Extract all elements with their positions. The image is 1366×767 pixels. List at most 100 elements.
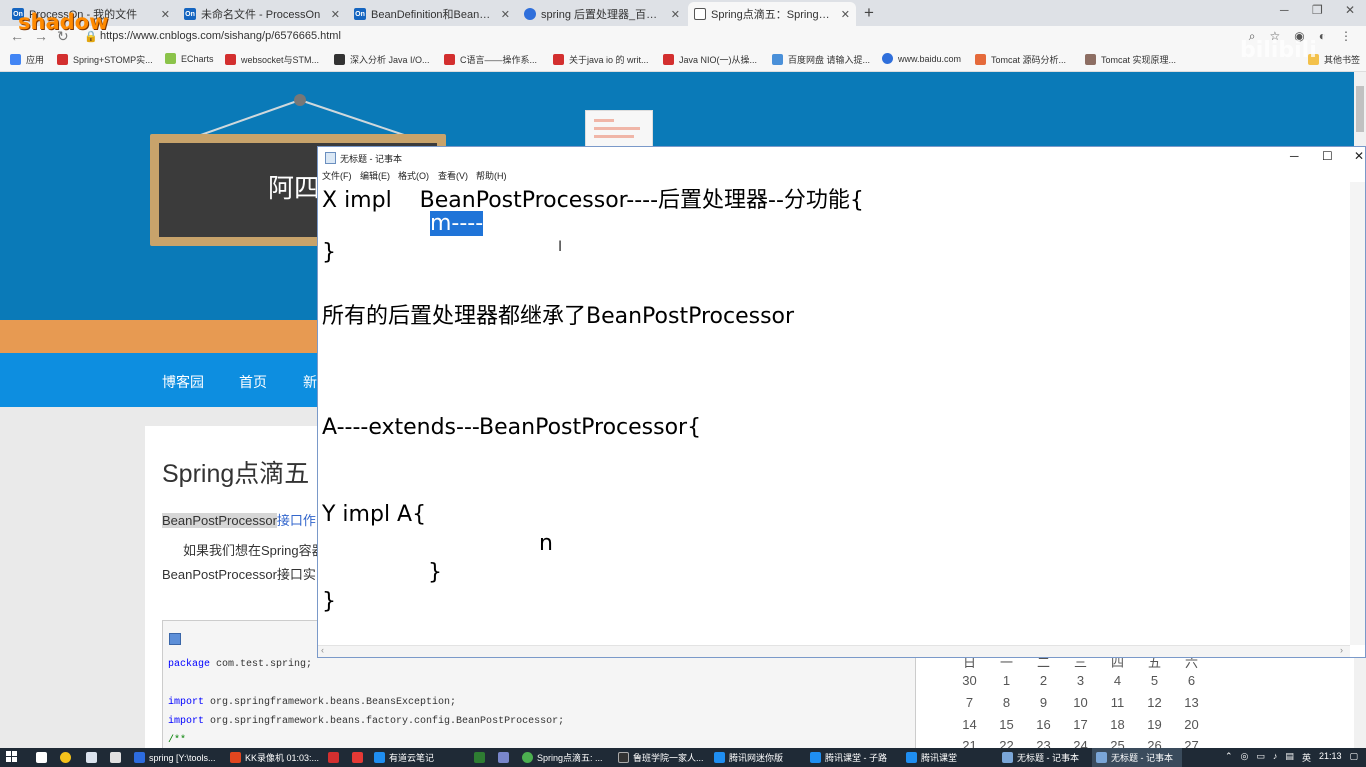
taskbar-item[interactable]: 有道云笔记 bbox=[370, 748, 466, 767]
copy-code-icon[interactable] bbox=[169, 633, 181, 645]
tray-app-icon[interactable]: ▭ bbox=[1256, 751, 1265, 764]
bookmark-item[interactable]: ECharts bbox=[165, 53, 214, 64]
bookmark-item[interactable]: Spring+STOMP实... bbox=[57, 53, 153, 66]
close-tab-icon[interactable]: ✕ bbox=[671, 8, 680, 21]
volume-icon[interactable]: ♪ bbox=[1273, 751, 1278, 764]
taskbar-item[interactable]: 腾讯网迷你版 bbox=[710, 748, 804, 767]
bookmark-item[interactable]: 深入分析 Java I/O... bbox=[334, 53, 430, 66]
calendar-day[interactable]: 10 bbox=[1062, 695, 1099, 710]
calendar-day[interactable]: 12 bbox=[1136, 695, 1173, 710]
calendar-day[interactable]: 16 bbox=[1025, 717, 1062, 732]
ime-indicator[interactable]: 英 bbox=[1302, 751, 1311, 764]
taskbar-item[interactable]: KK录像机 01:03:... bbox=[226, 748, 322, 767]
bookmark-item[interactable]: 关于java io 的 writ... bbox=[553, 53, 649, 66]
calendar-day[interactable]: 27 bbox=[1173, 738, 1210, 748]
taskbar-item[interactable]: 鲁班学院一家人... bbox=[614, 748, 708, 767]
app-pin-icon[interactable] bbox=[328, 752, 339, 763]
calendar-day[interactable]: 17 bbox=[1062, 717, 1099, 732]
calendar-day[interactable]: 20 bbox=[1173, 717, 1210, 732]
notepad-titlebar[interactable]: 无标题 - 记事本 ─ ☐ ✕ bbox=[318, 147, 1365, 168]
notification-icon[interactable]: ▢ bbox=[1349, 751, 1358, 764]
clock[interactable]: 21:13 bbox=[1319, 751, 1342, 764]
calendar-day[interactable]: 26 bbox=[1136, 738, 1173, 748]
app-pin-icon[interactable] bbox=[352, 752, 363, 763]
network-icon[interactable]: ▤ bbox=[1285, 751, 1294, 764]
post-link[interactable]: 接口作 bbox=[277, 513, 316, 528]
nav-cnblogs[interactable]: 博客园 bbox=[162, 372, 204, 392]
chrome-pin-icon[interactable] bbox=[60, 752, 71, 763]
menu-edit[interactable]: 编辑(E) bbox=[360, 169, 390, 182]
close-tab-icon[interactable]: ✕ bbox=[841, 8, 850, 21]
blog-title[interactable]: 阿四 bbox=[268, 168, 320, 205]
app-pin-icon[interactable] bbox=[110, 752, 121, 763]
tab-baidu-search[interactable]: spring 后置处理器_百度搜索 ✕ bbox=[518, 2, 686, 26]
post-title[interactable]: Spring点滴五 bbox=[162, 454, 309, 490]
calendar-day[interactable]: 2 bbox=[1025, 673, 1062, 688]
calendar-day[interactable]: 15 bbox=[988, 717, 1025, 732]
bookmark-item[interactable]: Tomcat 实现原理... bbox=[1085, 53, 1176, 66]
taskbar-item[interactable]: 腾讯课堂 - 子路 bbox=[806, 748, 900, 767]
taskbar-item[interactable]: 腾讯课堂 bbox=[902, 748, 996, 767]
tab-spring-article[interactable]: Spring点滴五：Spring中的后置 ✕ bbox=[688, 2, 856, 26]
scroll-right-arrow-icon[interactable]: › bbox=[1340, 645, 1343, 655]
calendar-day[interactable]: 24 bbox=[1062, 738, 1099, 748]
calendar-day[interactable]: 4 bbox=[1099, 673, 1136, 688]
menu-help[interactable]: 帮助(H) bbox=[476, 169, 507, 182]
taskbar-item[interactable]: 无标题 - 记事本 bbox=[998, 748, 1090, 767]
url-field[interactable]: https://www.cnblogs.com/sishang/p/657666… bbox=[100, 30, 341, 42]
calendar-day[interactable]: 1 bbox=[988, 673, 1025, 688]
bookmark-item[interactable]: Tomcat 源码分析... bbox=[975, 53, 1066, 66]
windows-start-icon[interactable] bbox=[6, 751, 18, 763]
notepad-close-button[interactable]: ✕ bbox=[1354, 149, 1364, 163]
profile-icon[interactable]: ◐ bbox=[1319, 29, 1326, 44]
app-pin-icon[interactable] bbox=[86, 752, 97, 763]
calendar-day[interactable]: 13 bbox=[1173, 695, 1210, 710]
calendar-day[interactable]: 19 bbox=[1136, 717, 1173, 732]
close-tab-icon[interactable]: ✕ bbox=[501, 8, 510, 21]
tab-beandefinition[interactable]: On BeanDefinition和BeanFactoryP ✕ bbox=[348, 2, 516, 26]
taskbar-item-active[interactable]: 无标题 - 记事本 bbox=[1092, 748, 1182, 767]
calendar-day[interactable]: 8 bbox=[988, 695, 1025, 710]
search-pin-icon[interactable] bbox=[36, 752, 47, 763]
app-pin-icon[interactable] bbox=[474, 752, 485, 763]
calendar-day[interactable]: 11 bbox=[1099, 695, 1136, 710]
menu-dots-icon[interactable]: ⋮ bbox=[1340, 29, 1352, 44]
minimize-window-button[interactable]: ─ bbox=[1280, 3, 1289, 17]
menu-view[interactable]: 查看(V) bbox=[438, 169, 468, 182]
tab-processon-untitled[interactable]: On 未命名文件 - ProcessOn ✕ bbox=[178, 2, 346, 26]
close-window-button[interactable]: ✕ bbox=[1345, 3, 1355, 17]
calendar-day[interactable]: 5 bbox=[1136, 673, 1173, 688]
calendar-day[interactable]: 9 bbox=[1025, 695, 1062, 710]
nav-home[interactable]: 首页 bbox=[239, 372, 267, 392]
calendar-day[interactable]: 18 bbox=[1099, 717, 1136, 732]
scrollbar-thumb[interactable] bbox=[1356, 86, 1364, 132]
bookmark-item[interactable]: 百度网盘 请输入提... bbox=[772, 53, 870, 66]
menu-file[interactable]: 文件(F) bbox=[322, 169, 352, 182]
close-tab-icon[interactable]: ✕ bbox=[161, 8, 170, 21]
app-pin-icon[interactable] bbox=[498, 752, 509, 763]
notepad-horizontal-scrollbar[interactable]: ‹ › bbox=[318, 645, 1350, 657]
bookmark-item[interactable]: Java NIO(一)从操... bbox=[663, 53, 757, 66]
bookmark-item[interactable]: www.baidu.com bbox=[882, 53, 961, 64]
calendar-day[interactable]: 14 bbox=[951, 717, 988, 732]
calendar-day[interactable]: 3 bbox=[1062, 673, 1099, 688]
notepad-text-area[interactable]: X impl BeanPostProcessor----后置处理器--分功能{ … bbox=[318, 182, 1350, 645]
taskbar-item[interactable]: spring [Y:\tools... bbox=[130, 748, 224, 767]
scroll-left-arrow-icon[interactable]: ‹ bbox=[321, 645, 324, 655]
nav-new[interactable]: 新 bbox=[303, 372, 317, 392]
calendar-day[interactable]: 6 bbox=[1173, 673, 1210, 688]
tray-chevron-icon[interactable]: ⌃ bbox=[1225, 751, 1233, 764]
tray-app-icon[interactable]: ◎ bbox=[1241, 751, 1249, 764]
notepad-minimize-button[interactable]: ─ bbox=[1290, 149, 1299, 163]
new-tab-button[interactable]: + bbox=[864, 3, 874, 23]
calendar-day[interactable]: 7 bbox=[951, 695, 988, 710]
calendar-day[interactable]: 22 bbox=[988, 738, 1025, 748]
close-tab-icon[interactable]: ✕ bbox=[331, 8, 340, 21]
calendar-day[interactable]: 25 bbox=[1099, 738, 1136, 748]
bookmark-item[interactable]: C语言——操作系... bbox=[444, 53, 537, 66]
bookmark-item[interactable]: websocket与STM... bbox=[225, 53, 319, 66]
calendar-day[interactable]: 21 bbox=[951, 738, 988, 748]
calendar-day[interactable]: 30 bbox=[951, 673, 988, 688]
notepad-maximize-button[interactable]: ☐ bbox=[1322, 149, 1333, 163]
calendar-day[interactable]: 23 bbox=[1025, 738, 1062, 748]
